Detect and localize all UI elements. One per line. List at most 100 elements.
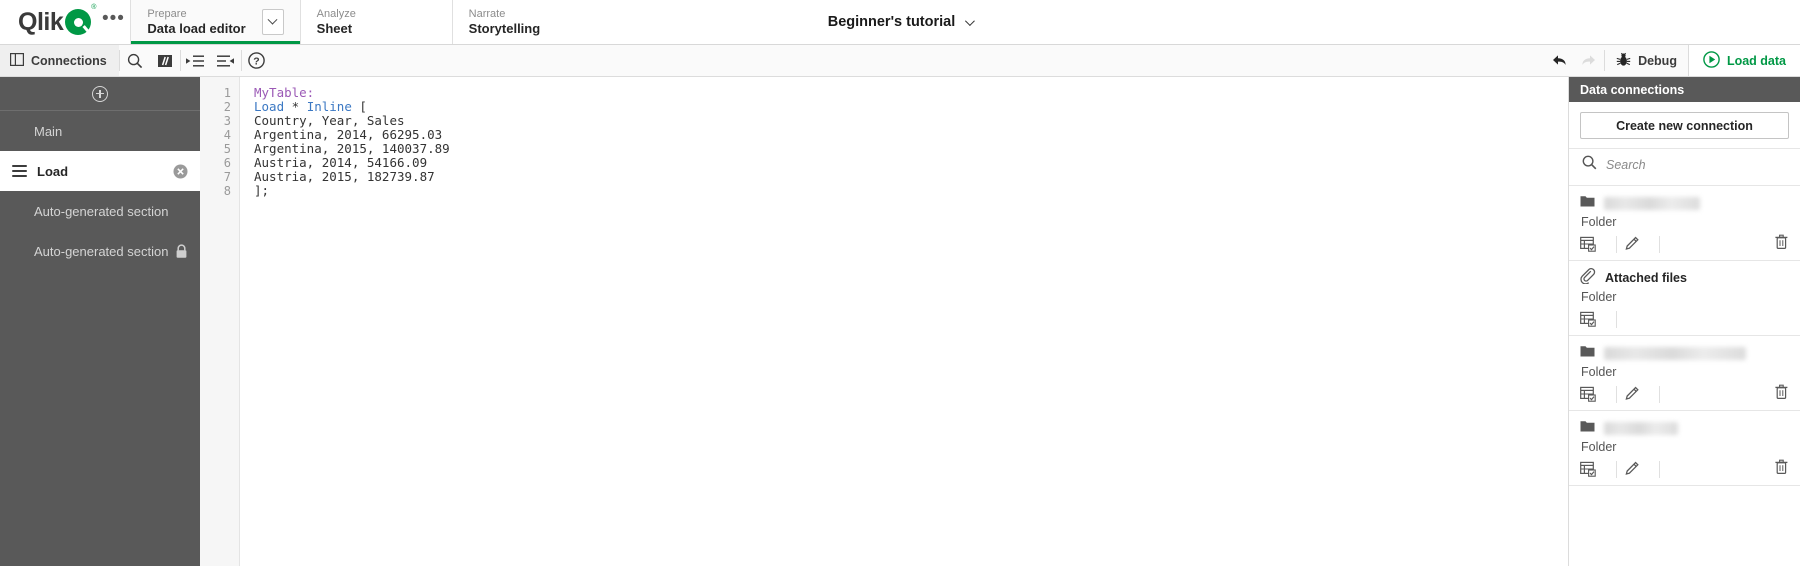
select-data-icon[interactable] <box>1580 311 1614 327</box>
code-token: ]; <box>254 183 270 198</box>
line-number: 4 <box>223 128 231 142</box>
prepare-dropdown-button[interactable] <box>261 9 284 35</box>
line-number: 8 <box>223 184 231 198</box>
sidebar-item-label: Load <box>37 163 69 179</box>
line-number-gutter: 1 2 3 4 5 6 7 8 <box>200 77 240 566</box>
edit-icon[interactable] <box>1623 461 1657 477</box>
line-number: 6 <box>223 156 231 170</box>
nav-item-analyze[interactable]: Analyze Sheet <box>299 0 452 44</box>
nav-item-narrate[interactable]: Narrate Storytelling <box>451 0 604 44</box>
connection-actions <box>1580 231 1789 257</box>
select-data-icon[interactable] <box>1580 386 1614 402</box>
nav-label-analyze: Sheet <box>316 21 353 36</box>
sidebar-item-auto-generated-1[interactable]: Auto-generated section <box>0 191 200 231</box>
logo-text: Qlik <box>18 7 64 36</box>
search-input[interactable] <box>1606 158 1789 172</box>
sidebar-item-label: Auto-generated section <box>34 243 169 259</box>
line-number: 5 <box>223 142 231 156</box>
connection-header <box>1580 419 1789 437</box>
chevron-down-icon <box>965 15 976 26</box>
edit-icon[interactable] <box>1623 386 1657 402</box>
code-token: MyTable: <box>254 85 315 100</box>
delete-icon[interactable] <box>1774 384 1789 405</box>
script-editor[interactable]: 1 2 3 4 5 6 7 8 MyTable: Load * Inline [C… <box>200 77 1568 566</box>
action-divider <box>1659 385 1660 403</box>
code-line: MyTable: <box>254 86 1568 100</box>
connection-header <box>1580 344 1789 362</box>
lock-icon <box>175 243 188 259</box>
sidebar-item-auto-generated-2[interactable]: Auto-generated section <box>0 231 200 271</box>
line-number: 1 <box>223 86 231 100</box>
connections-list: Folder Attached files Folder Folder Folder <box>1569 186 1800 566</box>
search-icon[interactable] <box>120 45 150 76</box>
folder-icon <box>1580 344 1595 362</box>
code-line: Austria, 2015, 182739.87 <box>254 170 1568 184</box>
code-line: Argentina, 2014, 66295.03 <box>254 128 1568 142</box>
script-code-area[interactable]: MyTable: Load * Inline [Country, Year, Sa… <box>240 77 1568 566</box>
delete-icon[interactable] <box>1774 234 1789 255</box>
code-token: * <box>284 99 307 114</box>
connection-actions <box>1580 381 1789 407</box>
connection-item[interactable]: Folder <box>1569 411 1800 486</box>
more-menu-button[interactable]: ••• <box>96 0 130 44</box>
connection-item[interactable]: Attached files Folder <box>1569 261 1800 336</box>
sidebar-item-main[interactable]: Main <box>0 111 200 151</box>
line-number: 3 <box>223 114 231 128</box>
svg-text:?: ? <box>253 55 259 67</box>
debug-button[interactable]: Debug <box>1605 45 1688 76</box>
play-circle-icon <box>1703 50 1720 71</box>
comment-toggle-icon[interactable] <box>150 45 180 76</box>
load-data-button[interactable]: Load data <box>1687 45 1800 76</box>
indent-icon[interactable] <box>181 45 211 76</box>
code-token: Load <box>254 99 285 114</box>
connection-actions <box>1580 456 1789 482</box>
code-line: Country, Year, Sales <box>254 114 1568 128</box>
data-connections-title: Data connections <box>1569 77 1800 102</box>
data-connections-panel: Data connections Create new connection F… <box>1568 77 1800 566</box>
editor-toolbar: Connections ? Debug Load data <box>0 45 1800 77</box>
connection-item[interactable]: Folder <box>1569 186 1800 261</box>
app-title-dropdown[interactable]: Beginner's tutorial <box>828 14 976 30</box>
code-line: Argentina, 2015, 140037.89 <box>254 142 1568 156</box>
create-new-connection-button[interactable]: Create new connection <box>1580 112 1789 139</box>
connection-item[interactable]: Folder <box>1569 336 1800 411</box>
connection-header: Attached files <box>1580 267 1789 287</box>
select-data-icon[interactable] <box>1580 236 1614 252</box>
delete-icon[interactable] <box>1774 459 1789 480</box>
connection-name: Attached files <box>1605 271 1687 285</box>
action-divider <box>1616 460 1617 478</box>
redo-icon[interactable] <box>1574 45 1604 76</box>
code-token: Country, Year, Sales <box>254 113 405 128</box>
connections-toggle-button[interactable]: Connections <box>0 45 119 76</box>
action-divider <box>1659 460 1660 478</box>
code-token: [ <box>351 99 367 114</box>
action-divider <box>1616 235 1617 253</box>
qlik-logo-icon <box>65 9 92 35</box>
nav-kicker-prepare: Prepare <box>147 8 187 20</box>
action-divider <box>1659 235 1660 253</box>
outdent-icon[interactable] <box>211 45 241 76</box>
close-icon[interactable] <box>173 164 188 179</box>
edit-icon[interactable] <box>1623 236 1657 252</box>
connection-actions <box>1580 306 1789 332</box>
sidebar-item-label: Main <box>34 123 63 139</box>
add-section-button[interactable] <box>0 77 200 111</box>
code-token: Austria, 2014, 54166.09 <box>254 155 428 170</box>
sidebar-item-load[interactable]: Load <box>0 151 200 191</box>
connection-type: Folder <box>1581 440 1617 454</box>
action-divider <box>1616 310 1617 328</box>
nav-item-prepare[interactable]: Prepare Data load editor <box>130 0 300 44</box>
connection-name-redacted <box>1604 421 1678 435</box>
connection-name-redacted <box>1604 346 1746 360</box>
undo-icon[interactable] <box>1544 45 1574 76</box>
qlik-logo[interactable]: Qlik ® <box>0 0 96 44</box>
drag-handle-icon[interactable] <box>12 165 27 177</box>
connections-search-row[interactable] <box>1569 149 1800 186</box>
nav-kicker-narrate: Narrate <box>468 8 506 20</box>
connection-type: Folder <box>1581 215 1617 229</box>
mode-nav-group: Prepare Data load editor Analyze Sheet N… <box>130 0 604 44</box>
select-data-icon[interactable] <box>1580 461 1614 477</box>
help-icon[interactable]: ? <box>242 45 272 76</box>
bug-icon <box>1616 52 1631 70</box>
connection-header <box>1580 194 1789 212</box>
